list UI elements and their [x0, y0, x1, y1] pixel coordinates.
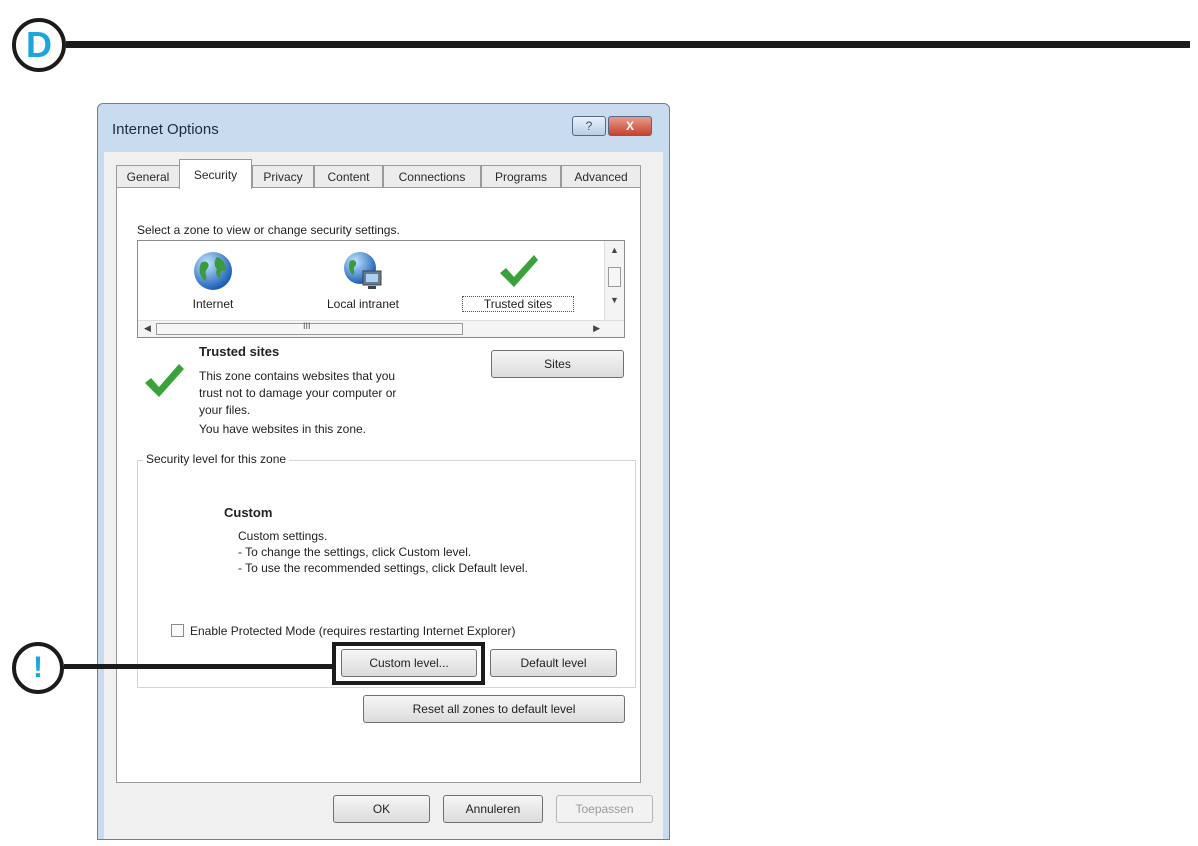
close-icon: X: [625, 119, 634, 133]
zone-info-line-3: your files.: [199, 403, 251, 417]
security-level-line-1: Custom settings.: [238, 529, 328, 543]
tab-content[interactable]: Content: [314, 165, 383, 188]
zone-instruction: Select a zone to view or change security…: [137, 223, 400, 237]
tab-connections[interactable]: Connections: [383, 165, 481, 188]
callout-marker: !: [12, 642, 64, 694]
vertical-scroll-thumb[interactable]: [608, 267, 621, 287]
close-button[interactable]: X: [608, 116, 652, 136]
cancel-button[interactable]: Annuleren: [443, 795, 543, 823]
zone-list[interactable]: Internet Local intranet Trusted sites ▲ …: [137, 240, 625, 338]
zone-local-intranet[interactable]: Local intranet: [308, 249, 418, 311]
zone-list-vertical-scrollbar[interactable]: ▲ ▼: [604, 241, 624, 321]
tab-security[interactable]: Security: [179, 159, 252, 189]
custom-level-highlight: [332, 642, 485, 685]
apply-button: Toepassen: [556, 795, 653, 823]
tab-programs[interactable]: Programs: [481, 165, 561, 188]
title-bar: Internet Options ? X: [98, 104, 669, 152]
callout-connector: [64, 664, 332, 669]
step-marker: D: [12, 18, 66, 72]
zone-label-internet: Internet: [192, 297, 234, 311]
security-level-line-2: - To change the settings, click Custom l…: [238, 545, 472, 559]
tab-privacy[interactable]: Privacy: [252, 165, 314, 188]
zone-trusted-sites[interactable]: Trusted sites: [462, 249, 574, 312]
protected-mode-checkbox[interactable]: [171, 624, 184, 637]
zone-info-line-2: trust not to damage your computer or: [199, 386, 397, 400]
zone-info-title: Trusted sites: [199, 344, 280, 359]
scroll-left-icon[interactable]: ◀: [144, 323, 151, 334]
reset-all-zones-button[interactable]: Reset all zones to default level: [363, 695, 625, 723]
zone-info-line-1: This zone contains websites that you: [199, 369, 396, 383]
protected-mode-label: Enable Protected Mode (requires restarti…: [190, 624, 516, 638]
help-icon: ?: [585, 119, 593, 133]
tab-advanced[interactable]: Advanced: [561, 165, 641, 188]
trusted-sites-checkmark-icon: [145, 364, 184, 397]
scroll-grip-icon: III: [303, 321, 311, 331]
tab-general[interactable]: General: [116, 165, 180, 188]
intranet-icon: [344, 252, 382, 289]
horizontal-scroll-thumb[interactable]: III: [156, 321, 463, 335]
zone-list-horizontal-scrollbar[interactable]: ◀ III ▶: [138, 320, 624, 337]
checkmark-icon: [500, 255, 538, 287]
scroll-right-icon[interactable]: ▶: [593, 323, 600, 334]
zone-label-intranet: Local intranet: [326, 297, 400, 311]
window-title: Internet Options: [112, 121, 219, 138]
security-level-line-3: - To use the recommended settings, click…: [238, 561, 528, 575]
step-letter: D: [26, 24, 52, 65]
step-divider: [66, 41, 1190, 48]
default-level-button[interactable]: Default level: [490, 649, 617, 677]
globe-icon: [194, 252, 232, 290]
security-level-name: Custom: [224, 505, 273, 520]
scroll-up-icon[interactable]: ▲: [610, 245, 619, 255]
sites-button[interactable]: Sites: [491, 350, 624, 378]
scroll-down-icon[interactable]: ▼: [610, 295, 619, 305]
zone-internet[interactable]: Internet: [158, 249, 268, 311]
ok-button[interactable]: OK: [333, 795, 430, 823]
security-level-legend: Security level for this zone: [143, 452, 290, 466]
zone-info-line-4: You have websites in this zone.: [199, 422, 366, 436]
exclamation-icon: !: [33, 651, 43, 684]
help-button[interactable]: ?: [572, 116, 606, 136]
zone-label-trusted: Trusted sites: [462, 296, 574, 312]
